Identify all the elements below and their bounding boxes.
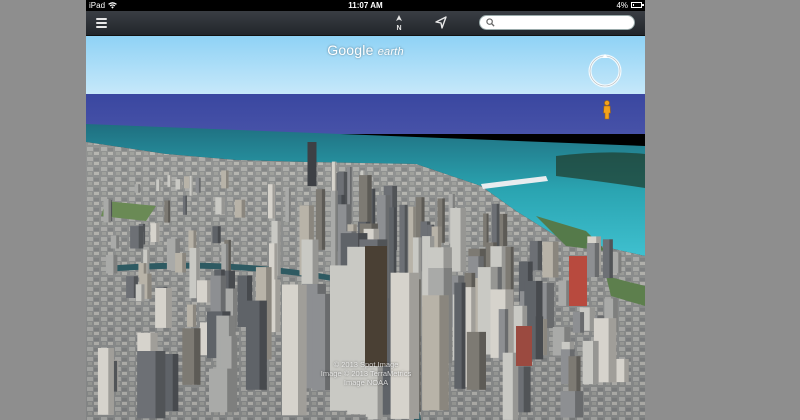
landmark-tower <box>365 246 387 366</box>
building-shadow <box>461 282 466 389</box>
menu-icon <box>96 18 107 20</box>
my-location-button[interactable] <box>433 14 449 32</box>
earth-3d-view[interactable]: Google earth © 2013 Spot Image Image © 2… <box>86 36 645 420</box>
building-shadow <box>227 368 237 413</box>
building-shadow <box>147 249 150 275</box>
building-shadow <box>272 184 275 219</box>
search-field[interactable] <box>479 15 635 30</box>
attribution-line: Image NOAA <box>343 378 389 387</box>
building-shadow <box>217 226 221 244</box>
building-shadow <box>404 204 408 277</box>
building-shadow <box>580 312 584 333</box>
location-arrow-icon <box>435 16 447 29</box>
building-shadow <box>543 319 548 356</box>
building-shadow <box>191 175 193 196</box>
building-shadow <box>182 253 186 273</box>
compass-north-icon: N <box>396 15 402 32</box>
building-shadow <box>335 190 338 274</box>
building-shadow <box>166 287 172 328</box>
building-shadow <box>193 230 197 251</box>
building-shadow <box>288 188 291 222</box>
toolbar: N <box>86 11 645 36</box>
building-shadow <box>593 340 599 385</box>
building-shadow <box>266 267 272 360</box>
building-shadow <box>409 272 420 419</box>
building-shadow <box>155 351 166 419</box>
building-shadow <box>609 239 613 279</box>
building-shadow <box>228 239 231 274</box>
pegman-icon[interactable] <box>602 100 612 120</box>
logo-main: Google <box>327 42 374 58</box>
building-shadow <box>138 226 144 249</box>
building-shadow <box>439 295 449 411</box>
status-bar: iPad 11:07 AM 4% <box>86 0 645 11</box>
navigation-ring-icon[interactable] <box>586 52 624 90</box>
building-shadow <box>442 198 445 243</box>
building-shadow <box>504 309 509 360</box>
building-shadow <box>141 284 145 302</box>
building-shadow <box>116 235 120 249</box>
building-shadow <box>108 348 114 415</box>
building-shadow <box>537 240 542 271</box>
building-shadow <box>503 213 508 247</box>
building-shadow <box>156 223 160 242</box>
building-shadow <box>298 284 307 416</box>
building-shadow <box>194 328 201 385</box>
building-shadow <box>546 282 555 329</box>
building-shadow <box>172 354 179 412</box>
landmark-tower <box>516 326 532 366</box>
building-shadow <box>496 203 500 248</box>
building-shadow <box>552 241 559 278</box>
building-shadow <box>170 175 172 187</box>
building-shadow <box>277 220 281 276</box>
battery-percent: 4% <box>616 1 628 10</box>
building-shadow <box>226 170 229 189</box>
building-shadow <box>460 208 466 272</box>
building-shadow <box>259 300 267 390</box>
logo-suffix: earth <box>377 46 404 58</box>
compass-north-button[interactable]: N <box>392 14 406 32</box>
building-shadow <box>138 184 141 193</box>
building-shadow <box>479 331 486 390</box>
ipad-screen: iPad 11:07 AM 4% N Google earth © 2013 S… <box>86 0 645 420</box>
building-shadow <box>486 213 489 247</box>
attribution-line: Image © 2013 TerraMetrics <box>320 369 412 378</box>
search-input[interactable] <box>498 17 628 28</box>
building-shadow <box>618 252 622 274</box>
building-shadow <box>523 366 531 413</box>
building-shadow <box>624 358 629 383</box>
building-shadow <box>147 273 152 299</box>
building-shadow <box>108 199 112 223</box>
building-shadow <box>198 177 201 193</box>
search-icon <box>486 18 495 27</box>
building-shadow <box>113 254 118 274</box>
building-shadow <box>275 279 281 333</box>
landmark-tower <box>307 142 317 186</box>
building-shadow <box>575 391 583 418</box>
landmark-tower <box>569 256 587 306</box>
building-shadow <box>180 179 183 190</box>
clock: 11:07 AM <box>348 1 383 10</box>
google-earth-logo: Google earth <box>86 42 645 58</box>
building-shadow <box>159 179 161 191</box>
imagery-attribution: © 2013 Spot Image Image © 2013 TerraMetr… <box>286 360 446 387</box>
building-shadow <box>241 199 246 218</box>
building-shadow <box>192 304 197 327</box>
compass-label: N <box>396 25 401 32</box>
building-shadow <box>321 189 326 250</box>
building-shadow <box>185 195 187 215</box>
battery-icon <box>631 2 644 8</box>
building-shadow <box>608 318 617 383</box>
attribution-line: © 2013 Spot Image <box>333 360 399 369</box>
building-shadow <box>594 243 600 277</box>
building-shadow <box>535 316 544 360</box>
building-shadow <box>168 200 171 223</box>
menu-button[interactable] <box>94 14 110 32</box>
building-shadow <box>221 197 225 215</box>
